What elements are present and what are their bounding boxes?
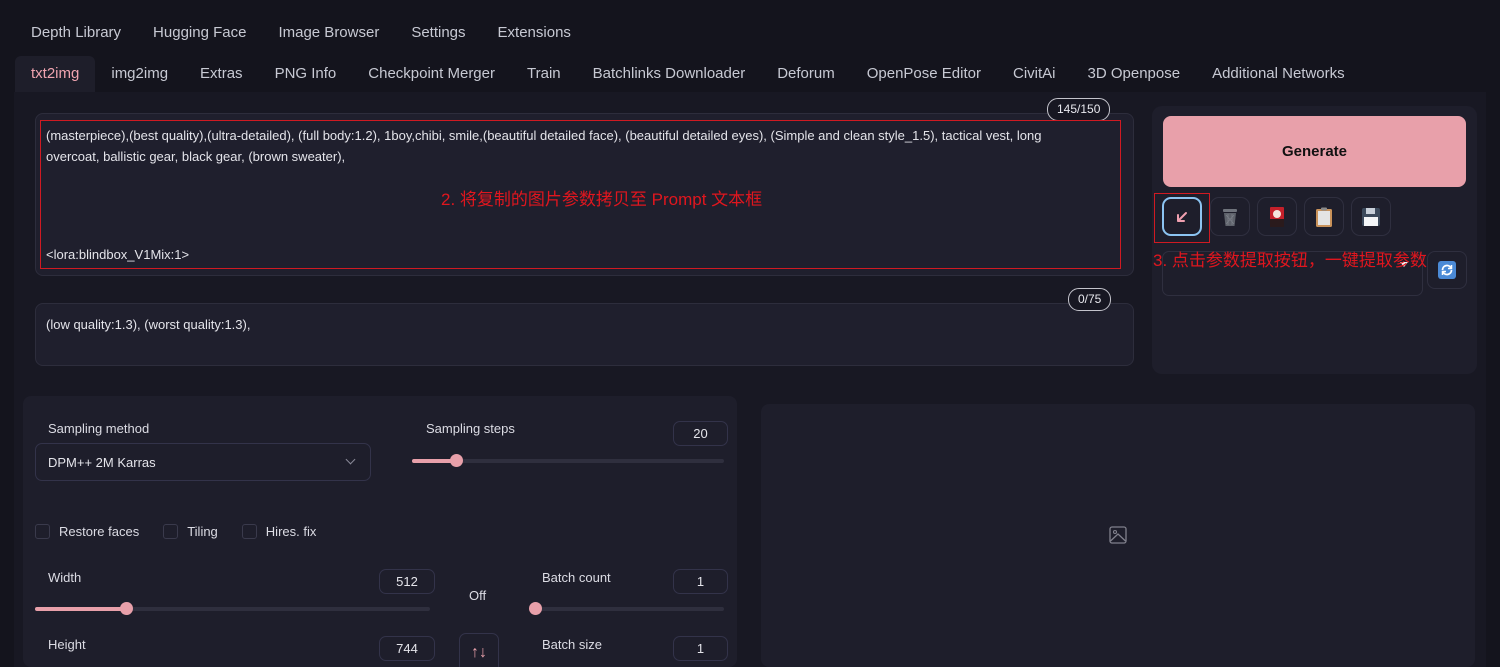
tab-3d-openpose[interactable]: 3D Openpose xyxy=(1072,56,1197,92)
red-card-icon xyxy=(1270,206,1284,227)
hires-off-text: Off xyxy=(469,588,487,603)
slider-fill xyxy=(35,607,126,611)
app-root: Depth Library Hugging Face Image Browser… xyxy=(0,0,1500,667)
prompt-lora-text: <lora:blindbox_V1Mix:1> xyxy=(46,247,190,262)
tab-openpose-editor[interactable]: OpenPose Editor xyxy=(851,56,997,92)
batch-size-input[interactable]: 1 xyxy=(673,636,728,661)
checkbox-label: Tiling xyxy=(187,524,218,539)
batch-count-label: Batch count xyxy=(542,570,611,585)
tiling-checkbox[interactable]: Tiling xyxy=(163,524,218,539)
tab-extensions[interactable]: Extensions xyxy=(482,20,587,45)
show-extra-networks-button[interactable] xyxy=(1257,197,1297,236)
annotation-prompt-note: 2. 将复制的图片参数拷贝至 Prompt 文本框 xyxy=(441,190,763,209)
apply-styles-button[interactable] xyxy=(1304,197,1344,236)
sampling-steps-input[interactable]: 20 xyxy=(673,421,728,446)
clipboard-icon xyxy=(1316,207,1332,227)
sampling-steps-slider[interactable] xyxy=(412,454,724,467)
tab-image-browser[interactable]: Image Browser xyxy=(262,20,395,45)
main-tab-bar: txt2img img2img Extras PNG Info Checkpoi… xyxy=(15,56,1361,92)
top-tab-bar: Depth Library Hugging Face Image Browser… xyxy=(15,20,587,45)
tab-additional-networks[interactable]: Additional Networks xyxy=(1196,56,1361,92)
slider-thumb[interactable] xyxy=(449,454,463,467)
negative-prompt-textarea[interactable]: (low quality:1.3), (worst quality:1.3), xyxy=(35,303,1134,366)
read-params-arrow-icon xyxy=(1177,211,1187,222)
width-slider[interactable] xyxy=(35,602,430,615)
tab-hugging-face[interactable]: Hugging Face xyxy=(137,20,262,45)
checkbox-box[interactable] xyxy=(163,524,179,539)
image-placeholder-icon xyxy=(1109,526,1127,544)
swap-dimensions-button[interactable]: ↑↓ xyxy=(459,633,499,667)
read-params-button[interactable] xyxy=(1162,197,1202,236)
sampling-method-select[interactable]: DPM++ 2M Karras xyxy=(35,443,371,481)
tab-png-info[interactable]: PNG Info xyxy=(259,56,353,92)
slider-thumb[interactable] xyxy=(119,602,133,615)
prompt-text: (masterpiece),(best quality),(ultra-deta… xyxy=(46,128,1046,164)
annotation-button-note: 3. 点击参数提取按钮，一键提取参数 xyxy=(1153,251,1427,270)
slider-thumb[interactable] xyxy=(529,602,542,615)
trash-icon xyxy=(1223,208,1237,226)
refresh-styles-button[interactable] xyxy=(1427,251,1467,289)
batch-count-input[interactable]: 1 xyxy=(673,569,728,594)
checkbox-label: Hires. fix xyxy=(265,524,317,539)
batch-size-label: Batch size xyxy=(542,637,602,652)
batch-count-slider[interactable] xyxy=(529,602,724,615)
height-input[interactable]: 744 xyxy=(379,636,435,661)
prompt-token-counter: 145/150 xyxy=(1047,98,1111,121)
tab-extras[interactable]: Extras xyxy=(184,56,259,92)
tab-train[interactable]: Train xyxy=(511,56,577,92)
hires-fix-checkbox[interactable]: Hires. fix xyxy=(241,524,317,539)
swap-arrows-icon: ↑↓ xyxy=(471,644,487,661)
tab-txt2img[interactable]: txt2img xyxy=(15,56,96,92)
checkbox-label: Restore faces xyxy=(59,524,140,539)
sampling-method-label: Sampling method xyxy=(48,421,150,436)
clear-prompt-button[interactable] xyxy=(1210,197,1250,236)
options-checkbox-row: Restore faces Tiling Hires. fix xyxy=(35,524,340,539)
negative-token-counter: 0/75 xyxy=(1068,288,1112,311)
tab-civitai[interactable]: CivitAi xyxy=(997,56,1072,92)
sampling-method-value: DPM++ 2M Karras xyxy=(48,455,156,470)
width-label: Width xyxy=(48,570,82,585)
checkbox-box[interactable] xyxy=(241,524,257,539)
tab-deforum[interactable]: Deforum xyxy=(761,56,851,92)
height-label: Height xyxy=(48,637,86,652)
width-input[interactable]: 512 xyxy=(379,569,435,594)
tab-batchlinks-downloader[interactable]: Batchlinks Downloader xyxy=(577,56,762,92)
chevron-down-icon xyxy=(345,454,356,465)
tab-depth-library[interactable]: Depth Library xyxy=(15,20,137,45)
tab-settings[interactable]: Settings xyxy=(395,20,481,45)
save-style-button[interactable] xyxy=(1351,197,1391,236)
refresh-icon xyxy=(1438,261,1456,279)
restore-faces-checkbox[interactable]: Restore faces xyxy=(35,524,139,539)
checkbox-box[interactable] xyxy=(35,524,50,539)
negative-prompt-text: (low quality:1.3), (worst quality:1.3), xyxy=(46,317,251,332)
sampling-steps-label: Sampling steps xyxy=(426,421,515,436)
save-floppy-icon xyxy=(1362,207,1380,226)
tab-checkpoint-merger[interactable]: Checkpoint Merger xyxy=(352,56,511,92)
tab-img2img[interactable]: img2img xyxy=(95,56,184,92)
generate-button[interactable]: Generate xyxy=(1163,116,1466,187)
